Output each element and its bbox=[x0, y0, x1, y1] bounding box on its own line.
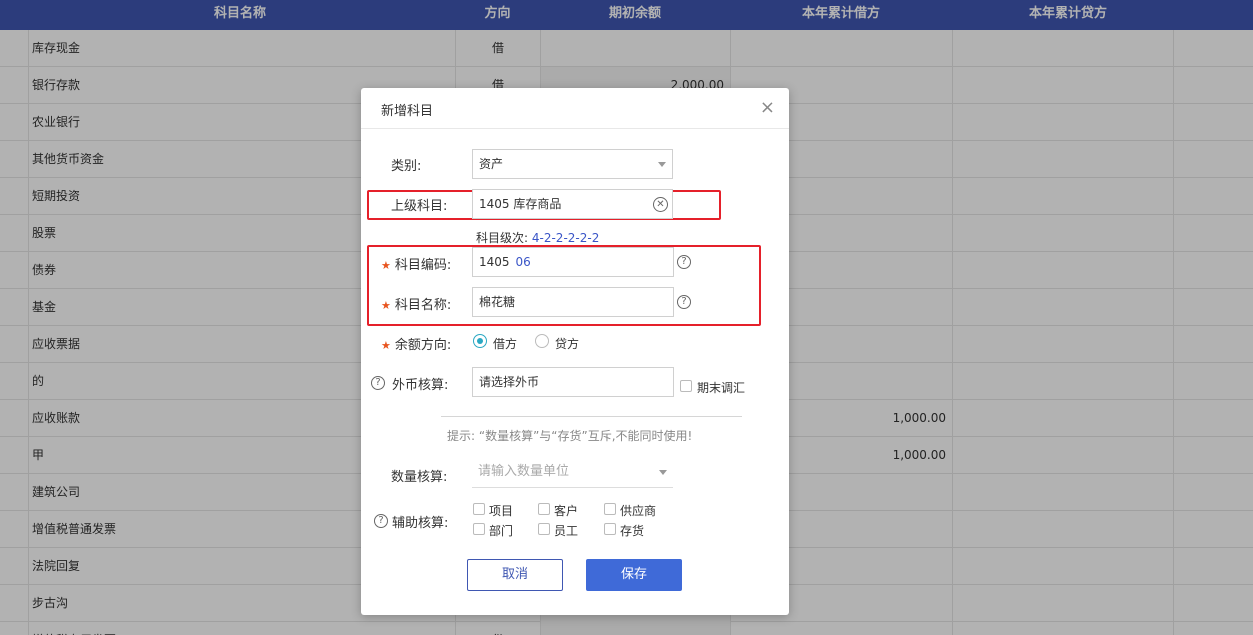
level-rest: -2-2-2-2-2 bbox=[539, 231, 600, 245]
cancel-button[interactable]: 取消 bbox=[467, 559, 563, 591]
aux-label-department: 部门 bbox=[489, 524, 514, 538]
quantity-label: 数量核算: bbox=[391, 470, 448, 485]
required-star-icon: ★ bbox=[381, 299, 391, 312]
subject-level-text: 科目级次: 4-2-2-2-2-2 bbox=[476, 229, 599, 246]
quantity-unit-select[interactable]: 请输入数量单位 bbox=[472, 458, 673, 488]
category-select[interactable]: 资产 bbox=[472, 149, 673, 179]
chevron-down-icon bbox=[659, 470, 667, 475]
subject-name-label-text: 科目名称: bbox=[394, 298, 452, 313]
period-end-label: 期末调汇 bbox=[697, 381, 746, 395]
subject-name-label: ★ 科目名称: bbox=[381, 294, 451, 313]
chevron-down-icon bbox=[658, 162, 666, 167]
period-end-checkbox[interactable] bbox=[680, 380, 692, 392]
radio-debit[interactable] bbox=[473, 334, 487, 348]
category-label: 类别: bbox=[391, 159, 422, 174]
help-icon[interactable]: ? bbox=[677, 295, 691, 309]
quantity-placeholder: 请输入数量单位 bbox=[478, 464, 570, 479]
parent-subject-select[interactable]: 1405 库存商品 ✕ bbox=[472, 189, 673, 219]
subject-code-input[interactable]: 1405 06 bbox=[472, 247, 674, 277]
subject-name-input[interactable]: 棉花糖 bbox=[472, 287, 674, 317]
currency-value: 请选择外币 bbox=[479, 375, 540, 389]
mutual-exclusion-hint: 提示: “数量核算”与“存货”互斥,不能同时使用! bbox=[447, 429, 693, 443]
required-star-icon: ★ bbox=[381, 339, 391, 352]
level-first: 4 bbox=[531, 231, 540, 245]
divider bbox=[441, 416, 742, 417]
currency-label: 外币核算: bbox=[392, 378, 449, 393]
close-icon[interactable]: × bbox=[760, 98, 775, 118]
aux-checkbox-employee[interactable] bbox=[538, 523, 550, 535]
radio-credit-label: 贷方 bbox=[555, 337, 580, 351]
currency-select[interactable]: 请选择外币 bbox=[472, 367, 674, 397]
aux-checkbox-customer[interactable] bbox=[538, 503, 550, 515]
subject-code-label: ★ 科目编码: bbox=[381, 254, 451, 273]
subject-name-value: 棉花糖 bbox=[479, 295, 516, 309]
parent-subject-label: 上级科目: bbox=[391, 199, 448, 214]
subject-code-suffix: 06 bbox=[515, 255, 531, 269]
aux-label-project: 项目 bbox=[489, 504, 514, 518]
subject-code-label-text: 科目编码: bbox=[394, 258, 452, 273]
radio-debit-label: 借方 bbox=[493, 337, 518, 351]
balance-direction-label: ★ 余额方向: bbox=[381, 334, 451, 353]
category-value: 资产 bbox=[479, 157, 504, 171]
new-subject-dialog: 新增科目 × 类别: 资产 上级科目: 1405 库存商品 ✕ 科目级次: 4-… bbox=[361, 88, 789, 615]
level-prefix: 科目级次: bbox=[476, 231, 529, 245]
auxiliary-label: 辅助核算: bbox=[392, 516, 449, 531]
help-icon[interactable]: ? bbox=[371, 376, 385, 390]
dialog-header: 新增科目 × bbox=[361, 88, 789, 129]
clear-icon[interactable]: ✕ bbox=[653, 197, 668, 212]
aux-checkbox-department[interactable] bbox=[473, 523, 485, 535]
save-button[interactable]: 保存 bbox=[586, 559, 682, 591]
help-icon[interactable]: ? bbox=[374, 514, 388, 528]
balance-direction-label-text: 余额方向: bbox=[394, 338, 452, 353]
dialog-title: 新增科目 bbox=[381, 104, 434, 119]
aux-label-supplier: 供应商 bbox=[620, 504, 657, 518]
subject-code-prefix: 1405 bbox=[479, 255, 510, 269]
aux-checkbox-project[interactable] bbox=[473, 503, 485, 515]
radio-credit[interactable] bbox=[535, 334, 549, 348]
aux-label-customer: 客户 bbox=[554, 504, 579, 518]
aux-label-inventory: 存货 bbox=[620, 524, 645, 538]
parent-subject-value: 1405 库存商品 bbox=[479, 197, 562, 211]
aux-label-employee: 员工 bbox=[554, 524, 579, 538]
help-icon[interactable]: ? bbox=[677, 255, 691, 269]
aux-checkbox-supplier[interactable] bbox=[604, 503, 616, 515]
required-star-icon: ★ bbox=[381, 259, 391, 272]
aux-checkbox-inventory[interactable] bbox=[604, 523, 616, 535]
